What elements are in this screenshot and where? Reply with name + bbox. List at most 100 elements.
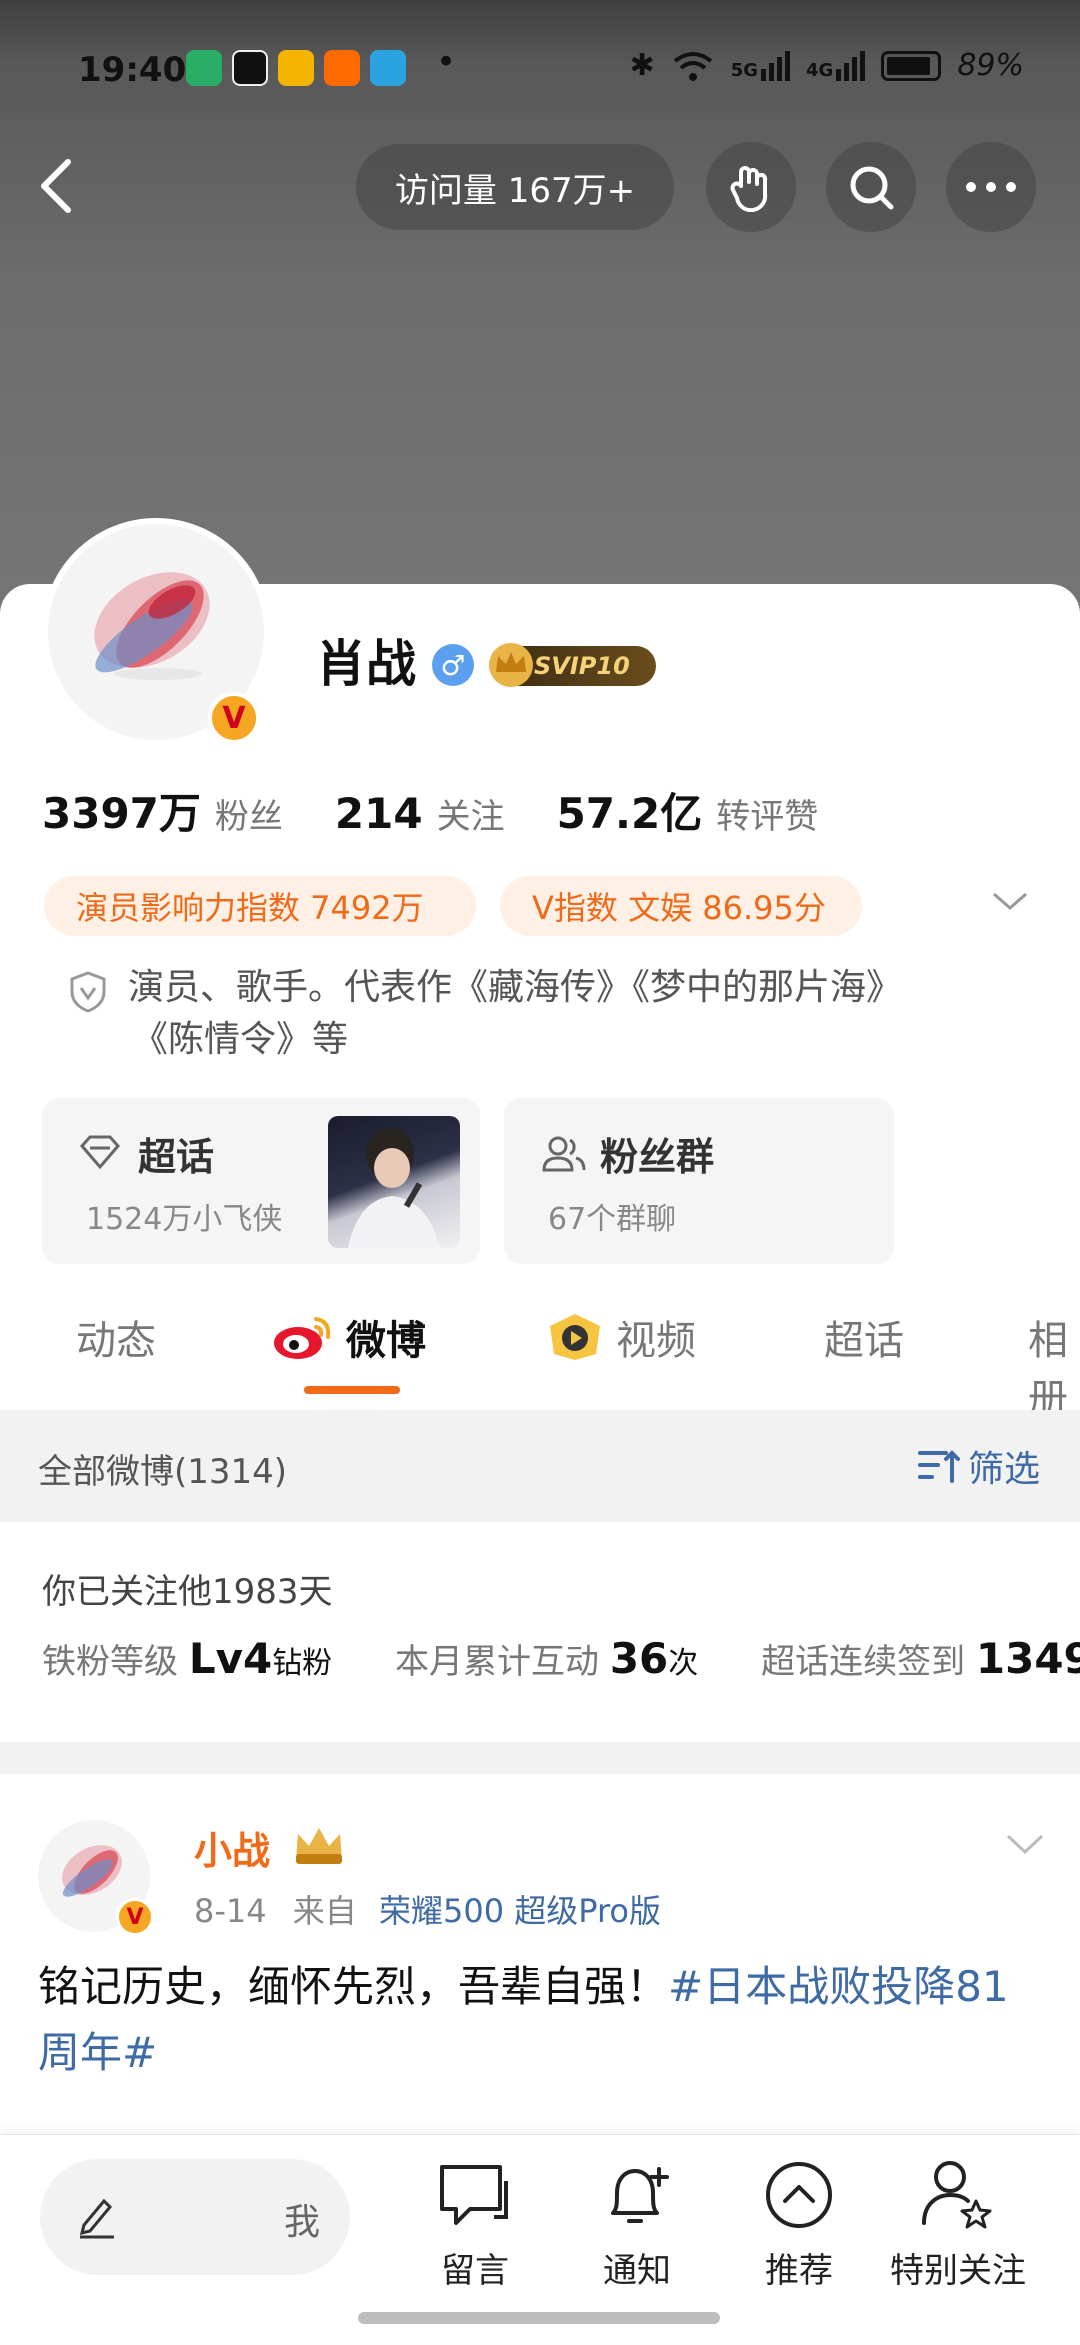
home-indicator[interactable] xyxy=(358,2312,720,2324)
profile-name: 肖战 xyxy=(316,635,416,693)
more-dots-icon xyxy=(966,182,1016,192)
battery-percent: 89% xyxy=(957,48,1024,83)
tab-video[interactable]: 视频 xyxy=(546,1308,696,1366)
back-icon[interactable] xyxy=(30,154,90,214)
post-source[interactable]: 荣耀500 超级Pro版 xyxy=(379,1892,661,1930)
supertopic-subtitle: 1524万小飞侠 xyxy=(86,1202,283,1237)
signal-4g-label: 4G xyxy=(806,59,834,81)
visits-text: 访问量 167万+ xyxy=(394,170,636,211)
bell-plus-icon xyxy=(611,2167,669,2223)
weibo-icon xyxy=(278,50,314,86)
tab-weibo-label: 微博 xyxy=(346,1318,426,1364)
influence-index-tag[interactable]: 演员影响力指数 7492万 xyxy=(44,876,476,936)
comment-input[interactable]: 我 xyxy=(40,2159,350,2275)
following-count[interactable]: 214 xyxy=(335,789,423,838)
message-button[interactable]: 留言 xyxy=(410,2155,540,2292)
tab-video-label: 视频 xyxy=(616,1318,696,1364)
following-label[interactable]: 关注 xyxy=(437,789,505,838)
supertopic-photo xyxy=(328,1116,460,1248)
more-notifications-dot: • xyxy=(436,42,457,82)
fan-level-rank: 钻粉 xyxy=(272,1646,333,1681)
group-icon xyxy=(542,1136,586,1172)
wifi-icon xyxy=(673,51,712,81)
post-menu-chevron-icon[interactable] xyxy=(1004,1830,1046,1858)
active-tab-indicator xyxy=(304,1386,400,1394)
search-button[interactable] xyxy=(826,142,916,232)
tab-activity[interactable]: 动态 xyxy=(76,1308,156,1366)
fans-label[interactable]: 粉丝 xyxy=(215,789,283,838)
tab-supertopic[interactable]: 超话 xyxy=(824,1308,904,1366)
tab-album[interactable]: 相册 xyxy=(1028,1308,1080,1424)
poke-button[interactable] xyxy=(706,142,796,232)
battery-icon xyxy=(881,50,942,81)
verified-badge: V xyxy=(208,692,260,744)
post-date: 8-14 xyxy=(194,1892,267,1930)
bio-line-1: 演员、歌手。代表作《藏海传》《梦中的那片海》 xyxy=(128,967,903,1008)
post-author[interactable]: 小战 xyxy=(194,1820,270,1875)
message-label: 留言 xyxy=(441,2251,509,2291)
notify-button[interactable]: 通知 xyxy=(572,2155,702,2292)
video-play-icon xyxy=(550,1314,600,1360)
svip-badge[interactable]: SVIP10 xyxy=(489,643,656,687)
all-weibo-count[interactable]: 全部微博(1314) xyxy=(38,1444,287,1493)
signal-4g-icon: 4G xyxy=(806,50,866,81)
search-icon xyxy=(850,166,894,210)
filter-bar: 全部微博(1314) 筛选 xyxy=(0,1410,1080,1522)
post-verified-badge: V xyxy=(116,1898,154,1936)
male-gender-icon: ♂ xyxy=(432,644,474,686)
profile-bio: 演员、歌手。代表作《藏海传》《梦中的那片海》 《陈情令》等 xyxy=(68,962,1008,1066)
supertopic-card[interactable]: 超话 1524万小飞侠 xyxy=(42,1098,480,1264)
recommend-button[interactable]: 推荐 xyxy=(734,2155,864,2292)
visits-pill[interactable]: 访问量 167万+ xyxy=(356,144,674,230)
top-nav: 访问量 167万+ xyxy=(0,140,1080,232)
signal-5g-icon: 5G xyxy=(730,50,790,81)
section-divider xyxy=(0,1742,1080,1774)
tiktok-icon xyxy=(232,50,268,86)
v-index-text: V指数 文娱 86.95分 xyxy=(532,889,826,927)
tab-weibo[interactable]: 微博 xyxy=(272,1308,426,1366)
weibo-post[interactable]: V 小战 8-14 来自 荣耀500 超级Pro版 铭记历史，缅怀先烈，吾辈自强… xyxy=(0,1774,1080,2134)
telegram-icon xyxy=(370,50,406,86)
filter-button[interactable]: 筛选 xyxy=(916,1440,1040,1492)
filter-label: 筛选 xyxy=(967,1449,1040,1490)
interact-unit: 次 xyxy=(668,1646,699,1681)
profile-tabs: 动态 微博 视频 超话 相册 xyxy=(0,1290,1080,1422)
taobao-icon xyxy=(324,50,360,86)
crown-icon xyxy=(489,643,533,687)
followed-days: 你已关注他1983天 xyxy=(42,1572,333,1612)
signal-5g-label: 5G xyxy=(730,59,758,81)
post-from-label: 来自 xyxy=(292,1892,357,1930)
shield-icon xyxy=(70,971,106,1013)
fan-stats-row[interactable]: 铁粉等级 Lv4钻粉 本月累计互动 36次 超话连续签到 1349 xyxy=(42,1634,1080,1683)
post-meta: 8-14 来自 荣耀500 超级Pro版 xyxy=(194,1886,661,1932)
weibo-logo-icon xyxy=(274,1317,331,1359)
interact-value: 36 xyxy=(609,1634,669,1683)
recommend-label: 推荐 xyxy=(765,2251,833,2291)
likes-label[interactable]: 转评赞 xyxy=(716,789,818,838)
special-follow-button[interactable]: 特别关注 xyxy=(888,2155,1028,2292)
influence-index-text: 演员影响力指数 7492万 xyxy=(76,889,424,927)
fangroup-card[interactable]: 粉丝群 67个群聊 xyxy=(504,1098,894,1264)
bio-line-2: 《陈情令》等 xyxy=(132,1019,349,1060)
more-button[interactable] xyxy=(946,142,1036,232)
fans-count[interactable]: 3397万 xyxy=(42,780,201,841)
diamond-icon xyxy=(80,1135,120,1170)
filter-icon xyxy=(917,1450,960,1483)
bluetooth-icon: ✱ xyxy=(629,48,655,83)
status-bar: 19:40 • ✱ 5G 4G 89% xyxy=(0,42,1080,100)
up-chevron-circle-icon xyxy=(766,2162,832,2228)
notification-icons xyxy=(186,50,406,86)
singer-photo-art xyxy=(348,1128,440,1248)
hand-poke-icon xyxy=(730,166,768,212)
pen-icon xyxy=(79,2198,114,2239)
checkin-value: 1349 xyxy=(975,1634,1080,1683)
expand-chevron-icon[interactable] xyxy=(990,886,1030,914)
v-index-tag[interactable]: V指数 文娱 86.95分 xyxy=(500,876,862,936)
wechat-icon xyxy=(186,50,222,86)
fangroup-subtitle: 67个群聊 xyxy=(548,1202,677,1237)
status-right: ✱ 5G 4G 89% xyxy=(630,48,1024,83)
likes-count[interactable]: 57.2亿 xyxy=(557,780,703,841)
post-body: 铭记历史，缅怀先烈，吾辈自强！ xyxy=(38,1962,669,2011)
interact-label: 本月累计互动 xyxy=(395,1642,599,1682)
svip-label: SVIP10 xyxy=(534,652,630,680)
